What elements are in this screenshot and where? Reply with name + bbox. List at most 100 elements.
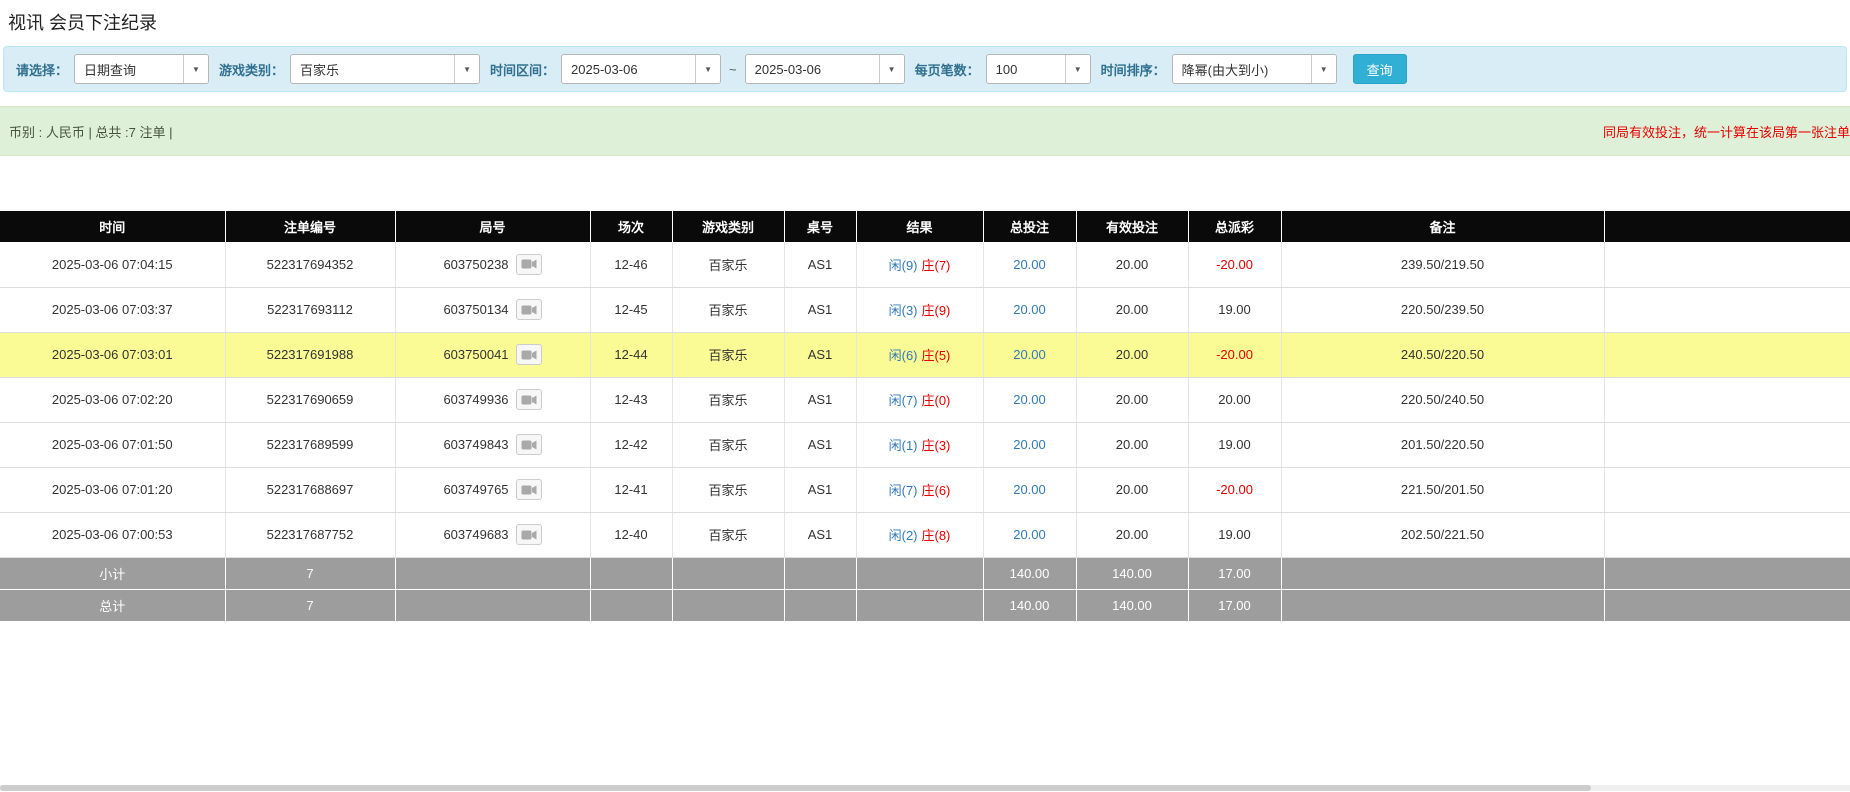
chevron-down-icon[interactable]: ▼ (879, 55, 904, 83)
table-row: 2025-03-06 07:00:53 522317687752 6037496… (0, 512, 1850, 557)
result-player: 闲(7) (889, 483, 918, 498)
header-table-no: 桌号 (784, 211, 856, 242)
total-bet-link[interactable]: 20.00 (1013, 302, 1046, 317)
grand-total-cell (1281, 589, 1604, 621)
grand-total-payout: 17.00 (1188, 589, 1281, 621)
header-bet-id: 注单编号 (225, 211, 395, 242)
cell-bet-id: 522317690659 (225, 377, 395, 422)
cell-payout: 19.00 (1188, 422, 1281, 467)
time-sort-dropdown[interactable]: 降幂(由大到小) ▼ (1172, 54, 1337, 84)
video-camera-icon (521, 394, 537, 406)
table-row: 2025-03-06 07:02:20 522317690659 6037499… (0, 377, 1850, 422)
cell-session: 12-46 (590, 242, 672, 287)
cell-result: 闲(6)庄(5) (856, 332, 983, 377)
cell-result: 闲(7) 庄(6) (856, 467, 983, 512)
video-replay-button[interactable] (516, 344, 542, 365)
grand-total-valid-bet: 140.00 (1076, 589, 1188, 621)
round-id: 603750041 (443, 347, 508, 362)
cell-round: 603750041 (395, 332, 590, 377)
subtotal-count: 7 (225, 557, 395, 589)
select-type-dropdown[interactable]: 日期查询 ▼ (74, 54, 209, 84)
video-replay-button[interactable] (516, 524, 542, 545)
total-bet-link[interactable]: 20.00 (1013, 392, 1046, 407)
cell-game: 百家乐 (672, 332, 784, 377)
total-bet-link[interactable]: 20.00 (1013, 347, 1046, 362)
page-title: 视讯 会员下注纪录 (0, 0, 1850, 46)
video-replay-button[interactable] (516, 389, 542, 410)
total-bet-link[interactable]: 20.00 (1013, 482, 1046, 497)
cell-table-no: AS1 (784, 512, 856, 557)
page-size-dropdown[interactable]: 100 ▼ (986, 54, 1091, 84)
result-player: 闲(2) (889, 528, 918, 543)
result-banker: 庄(7) (922, 258, 951, 273)
result-banker: 庄(6) (922, 483, 951, 498)
summary-bar: 币别 : 人民币 | 总共 :7 注单 | 同局有效投注，统一计算在该局第一张注… (0, 106, 1850, 156)
cell-payout: -20.00 (1188, 242, 1281, 287)
subtotal-cell (856, 557, 983, 589)
select-type-label: 请选择： (16, 60, 68, 79)
search-button[interactable]: 查询 (1353, 54, 1407, 84)
chevron-down-icon[interactable]: ▼ (695, 55, 720, 83)
header-round: 局号 (395, 211, 590, 242)
video-replay-button[interactable] (516, 254, 542, 275)
chevron-down-icon[interactable]: ▼ (183, 55, 208, 83)
cell-valid-bet: 20.00 (1076, 287, 1188, 332)
page: 视讯 会员下注纪录 请选择： 日期查询 ▼ 游戏类别： 百家乐 ▼ 时间区间： … (0, 0, 1850, 792)
date-to-value: 2025-03-06 (746, 55, 879, 83)
cell-result: 闲(2) 庄(8) (856, 512, 983, 557)
cell-game: 百家乐 (672, 287, 784, 332)
cell-table-no: AS1 (784, 332, 856, 377)
cell-filler (1604, 332, 1850, 377)
total-bet-link[interactable]: 20.00 (1013, 527, 1046, 542)
game-category-value: 百家乐 (291, 55, 454, 83)
round-id: 603750238 (443, 257, 508, 272)
cell-remark: 202.50/221.50 (1281, 512, 1604, 557)
header-valid-bet: 有效投注 (1076, 211, 1188, 242)
cell-result: 闲(3)庄(9) (856, 287, 983, 332)
video-camera-icon (521, 439, 537, 451)
cell-table-no: AS1 (784, 377, 856, 422)
date-from-dropdown[interactable]: 2025-03-06 ▼ (561, 54, 721, 84)
cell-round: 603749843 (395, 422, 590, 467)
total-bet-link[interactable]: 20.00 (1013, 257, 1046, 272)
video-replay-button[interactable] (516, 299, 542, 320)
video-replay-button[interactable] (516, 434, 542, 455)
cell-total-bet: 20.00 (983, 422, 1076, 467)
result-banker: 庄(3) (922, 438, 951, 453)
cell-time: 2025-03-06 07:04:15 (0, 242, 225, 287)
cell-payout: -20.00 (1188, 467, 1281, 512)
horizontal-scrollbar[interactable] (0, 785, 1850, 791)
header-filler (1604, 211, 1850, 242)
chevron-down-icon[interactable]: ▼ (1065, 55, 1090, 83)
video-camera-icon (521, 484, 537, 496)
date-range-label: 时间区间： (490, 60, 555, 79)
time-sort-value: 降幂(由大到小) (1173, 55, 1311, 83)
cell-total-bet: 20.00 (983, 332, 1076, 377)
date-range-separator: ~ (727, 62, 739, 77)
round-id: 603749683 (443, 527, 508, 542)
cell-game: 百家乐 (672, 242, 784, 287)
video-camera-icon (521, 304, 537, 316)
bet-records-table: 时间 注单编号 局号 场次 游戏类别 桌号 结果 总投注 有效投注 总派彩 备注… (0, 211, 1850, 622)
cell-game: 百家乐 (672, 512, 784, 557)
game-category-label: 游戏类别： (219, 60, 284, 79)
scrollbar-thumb[interactable] (0, 785, 1591, 791)
video-replay-button[interactable] (516, 479, 542, 500)
subtotal-payout: 17.00 (1188, 557, 1281, 589)
chevron-down-icon[interactable]: ▼ (454, 55, 479, 83)
cell-remark: 221.50/201.50 (1281, 467, 1604, 512)
game-category-dropdown[interactable]: 百家乐 ▼ (290, 54, 480, 84)
result-banker: 庄(8) (922, 528, 951, 543)
header-game: 游戏类别 (672, 211, 784, 242)
cell-payout: 19.00 (1188, 512, 1281, 557)
cell-valid-bet: 20.00 (1076, 512, 1188, 557)
chevron-down-icon[interactable]: ▼ (1311, 55, 1336, 83)
cell-payout: 19.00 (1188, 287, 1281, 332)
date-to-dropdown[interactable]: 2025-03-06 ▼ (745, 54, 905, 84)
round-id: 603750134 (443, 302, 508, 317)
header-session: 场次 (590, 211, 672, 242)
total-bet-link[interactable]: 20.00 (1013, 437, 1046, 452)
table-row: 2025-03-06 07:04:15 522317694352 6037502… (0, 242, 1850, 287)
result-player: 闲(7) (889, 393, 918, 408)
cell-valid-bet: 20.00 (1076, 467, 1188, 512)
